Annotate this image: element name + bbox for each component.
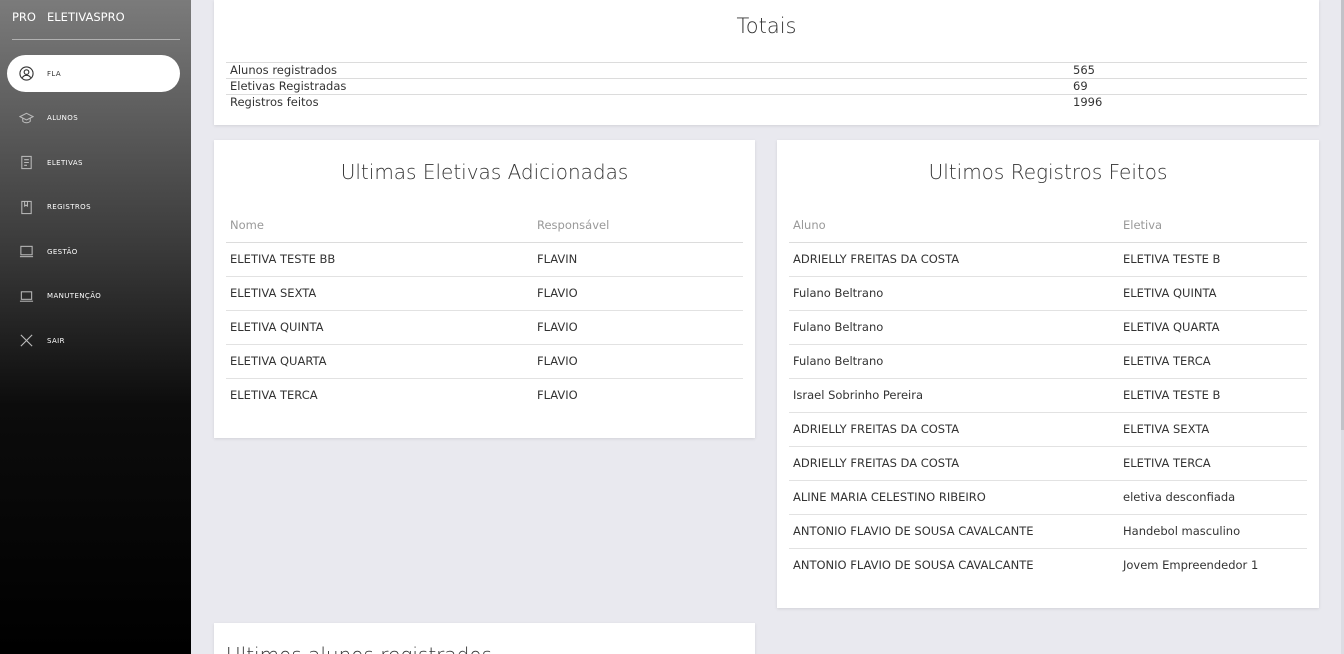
alunos-card: Ultimos alunos registrados xyxy=(214,623,755,654)
eletiva-nome: ELETIVA QUARTA xyxy=(226,344,533,379)
table-row: ELETIVA QUINTA FLAVIO xyxy=(226,310,743,345)
brand-name: ELETIVASPRO xyxy=(47,10,125,24)
close-icon xyxy=(18,333,34,349)
brand-mini: PRO xyxy=(12,10,36,24)
laptop-icon xyxy=(18,288,34,304)
eletivas-title: Ultimas Eletivas Adicionadas xyxy=(340,160,629,184)
document-icon xyxy=(18,155,34,171)
brand[interactable]: PRO ELETIVASPRO xyxy=(12,8,180,40)
table-row: ELETIVA SEXTA FLAVIO xyxy=(226,276,743,311)
table-row: ADRIELLY FREITAS DA COSTA ELETIVA SEXTA xyxy=(789,412,1307,447)
user-circle-icon xyxy=(18,66,34,82)
eletiva-nome: ELETIVA SEXTA xyxy=(226,276,533,311)
registro-eletiva: ELETIVA QUARTA xyxy=(1119,310,1307,345)
table-row: ELETIVA TERCA FLAVIO xyxy=(226,378,743,412)
eletiva-nome: ELETIVA TERCA xyxy=(230,388,318,403)
table-row: ELETIVA TESTE BB FLAVIN xyxy=(226,242,743,277)
registro-eletiva: ELETIVA QUINTA xyxy=(1119,276,1307,311)
eletiva-responsavel: FLAVIO xyxy=(533,344,743,379)
sidebar-item-label: ALUNOS xyxy=(47,114,79,122)
registro-eletiva: eletiva desconfiada xyxy=(1119,480,1307,515)
table-row: Israel Sobrinho Pereira ELETIVA TESTE B xyxy=(789,378,1307,413)
registros-card: Ultimos Registros Feitos Aluno Eletiva A… xyxy=(777,140,1319,608)
table-row: ANTONIO FLAVIO DE SOUSA CAVALCANTE Jovem… xyxy=(789,548,1307,582)
sidebar-item-gestao[interactable]: GESTÃO xyxy=(7,233,180,270)
sidebar-item-label: FLA xyxy=(47,69,62,78)
graduation-cap-icon xyxy=(18,110,34,126)
registro-eletiva: ELETIVA TESTE B xyxy=(1119,378,1307,413)
eletiva-responsavel: FLAVIN xyxy=(533,242,743,277)
column-header-responsavel: Responsável xyxy=(533,208,743,243)
registro-eletiva: Handebol masculino xyxy=(1119,514,1307,549)
alunos-title: Ultimos alunos registrados xyxy=(214,623,755,654)
registro-eletiva: ELETIVA TESTE B xyxy=(1119,242,1307,277)
sidebar-item-label: ELETIVAS xyxy=(47,158,83,167)
table-row: Alunos registrados 565 xyxy=(226,62,1307,79)
column-header-aluno: Aluno xyxy=(789,208,1119,243)
table-header-row: Aluno Eletiva xyxy=(789,208,1307,243)
totais-value: 69 xyxy=(1069,78,1307,95)
sidebar-item-label: SAIR xyxy=(47,336,65,345)
registro-aluno: Fulano Beltrano xyxy=(789,344,1119,379)
registro-eletiva: Jovem Empreendedor 1 xyxy=(1123,558,1259,573)
table-row: ADRIELLY FREITAS DA COSTA ELETIVA TESTE … xyxy=(789,242,1307,277)
table-row: ALINE MARIA CELESTINO RIBEIRO eletiva de… xyxy=(789,480,1307,515)
eletiva-nome: ELETIVA TESTE BB xyxy=(226,242,533,277)
registro-aluno: ADRIELLY FREITAS DA COSTA xyxy=(789,412,1119,447)
eletiva-nome: ELETIVA QUINTA xyxy=(226,310,533,345)
registro-aluno: Israel Sobrinho Pereira xyxy=(789,378,1119,413)
registro-eletiva: ELETIVA TERCA xyxy=(1119,446,1307,481)
column-header-eletiva: Eletiva xyxy=(1119,208,1307,243)
eletiva-responsavel: FLAVIO xyxy=(533,276,743,311)
table-row: Fulano Beltrano ELETIVA TERCA xyxy=(789,344,1307,379)
totais-value: 1996 xyxy=(1069,94,1307,111)
sidebar-item-sair[interactable]: SAIR xyxy=(7,322,180,359)
totais-value: 565 xyxy=(1069,62,1307,79)
sidebar-item-registros[interactable]: REGISTROS xyxy=(7,189,180,226)
registro-eletiva: ELETIVA SEXTA xyxy=(1119,412,1307,447)
totais-card: Totais Alunos registrados 565 Eletivas R… xyxy=(214,0,1319,125)
sidebar-item-eletivas[interactable]: ELETIVAS xyxy=(7,144,180,181)
monitor-icon xyxy=(18,244,34,260)
totais-label: Alunos registrados xyxy=(226,62,1069,79)
table-row: Fulano Beltrano ELETIVA QUARTA xyxy=(789,310,1307,345)
totais-title: Totais xyxy=(736,14,797,38)
sidebar: PRO ELETIVASPRO FLA ALUNOS ELETIVAS REGI… xyxy=(0,0,191,654)
registro-aluno: ADRIELLY FREITAS DA COSTA xyxy=(789,446,1119,481)
eletivas-card: Ultimas Eletivas Adicionadas Nome Respon… xyxy=(214,140,755,438)
registro-aluno: Fulano Beltrano xyxy=(789,276,1119,311)
totais-label: Registros feitos xyxy=(226,94,1069,111)
column-header-nome: Nome xyxy=(226,208,533,243)
registros-title: Ultimos Registros Feitos xyxy=(928,160,1168,184)
eletiva-responsavel: FLAVIO xyxy=(533,310,743,345)
sidebar-item-label: REGISTROS xyxy=(47,203,91,211)
totais-label: Eletivas Registradas xyxy=(226,78,1069,95)
registro-aluno: ANTONIO FLAVIO DE SOUSA CAVALCANTE xyxy=(793,558,1034,573)
sidebar-item-alunos[interactable]: ALUNOS xyxy=(7,100,180,137)
sidebar-item-fla[interactable]: FLA xyxy=(7,55,180,92)
table-row: Registros feitos 1996 xyxy=(226,94,1307,111)
registros-table: Aluno Eletiva ADRIELLY FREITAS DA COSTA … xyxy=(789,208,1307,582)
registro-eletiva: ELETIVA TERCA xyxy=(1119,344,1307,379)
eletivas-table: Nome Responsável ELETIVA TESTE BB FLAVIN… xyxy=(226,208,743,412)
sidebar-item-label: MANUTENÇÃO xyxy=(47,292,102,300)
registro-aluno: ADRIELLY FREITAS DA COSTA xyxy=(789,242,1119,277)
table-row: Fulano Beltrano ELETIVA QUINTA xyxy=(789,276,1307,311)
registro-aluno: ANTONIO FLAVIO DE SOUSA CAVALCANTE xyxy=(789,514,1119,549)
registro-aluno: ALINE MARIA CELESTINO RIBEIRO xyxy=(789,480,1119,515)
table-row: ADRIELLY FREITAS DA COSTA ELETIVA TERCA xyxy=(789,446,1307,481)
table-row: Eletivas Registradas 69 xyxy=(226,78,1307,95)
sidebar-item-label: GESTÃO xyxy=(47,247,78,256)
sidebar-item-manutencao[interactable]: MANUTENÇÃO xyxy=(7,278,180,315)
table-row: ELETIVA QUARTA FLAVIO xyxy=(226,344,743,379)
eletiva-responsavel: FLAVIO xyxy=(537,388,578,403)
table-header-row: Nome Responsável xyxy=(226,208,743,243)
totais-table: Alunos registrados 565 Eletivas Registra… xyxy=(226,62,1307,111)
notebook-icon xyxy=(18,199,34,215)
registro-aluno: Fulano Beltrano xyxy=(789,310,1119,345)
table-row: ANTONIO FLAVIO DE SOUSA CAVALCANTE Hande… xyxy=(789,514,1307,549)
sidebar-nav: FLA ALUNOS ELETIVAS REGISTROS GESTÃO MAN… xyxy=(7,55,180,367)
